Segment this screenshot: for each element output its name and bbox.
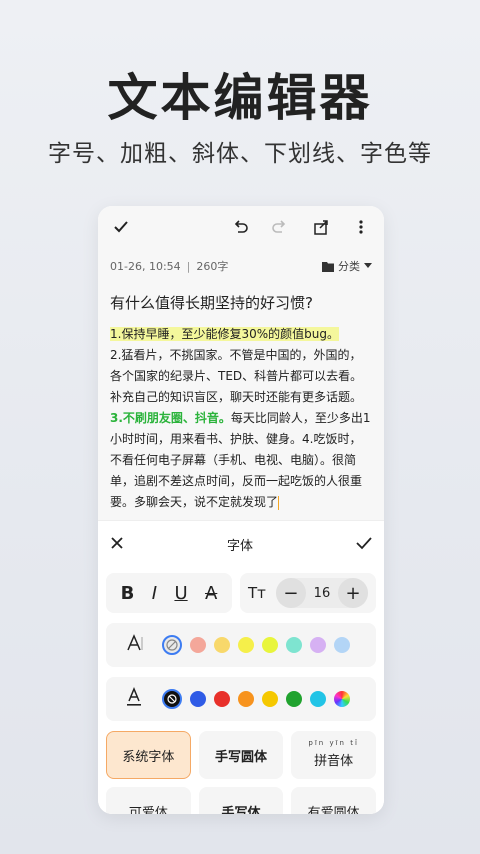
- highlight-swatch[interactable]: [238, 637, 254, 653]
- category-dropdown[interactable]: 分类: [322, 258, 372, 274]
- text-color-swatch[interactable]: [214, 691, 230, 707]
- font-option-label: 有爱圆体: [307, 805, 360, 815]
- no-highlight-swatch[interactable]: [162, 635, 182, 655]
- font-option-handwritten-round[interactable]: 手写圆体: [198, 731, 284, 779]
- confirm-check-icon[interactable]: [356, 535, 372, 554]
- note-body[interactable]: 1.保持早睡，至少能修复30%的颜值bug。 2.猛看片，不挑国家。不管是中国的…: [110, 324, 372, 513]
- font-option-label: 系统字体: [122, 749, 175, 765]
- font-option-lovely-round[interactable]: 有爱圆体: [291, 787, 376, 814]
- text-cursor: [278, 495, 280, 510]
- editor-toolbar: [98, 206, 384, 248]
- text-color-swatch[interactable]: [310, 691, 326, 707]
- redo-icon[interactable]: [268, 216, 290, 238]
- highlight-swatch[interactable]: [310, 637, 326, 653]
- color-picker-swatch[interactable]: [334, 691, 350, 707]
- format-buttons: B I U A: [106, 573, 232, 613]
- font-option-pinyin[interactable]: pīn yīn tǐ 拼音体: [291, 731, 376, 779]
- text-color-swatch[interactable]: [262, 691, 278, 707]
- text-color-swatch[interactable]: [238, 691, 254, 707]
- highlight-swatch[interactable]: [190, 637, 206, 653]
- font-option-cute[interactable]: 可爱体: [106, 787, 191, 814]
- font-size-icon: Tт: [248, 584, 266, 602]
- underline-button[interactable]: U: [174, 583, 187, 604]
- decrease-size-button[interactable]: −: [275, 578, 306, 608]
- text-color-row: [106, 677, 376, 721]
- font-option-handwriting[interactable]: 手写体: [198, 787, 284, 815]
- promo-subline: 字号、加粗、斜体、下划线、字色等: [48, 141, 432, 167]
- share-icon[interactable]: [310, 216, 332, 238]
- word-count: 260字: [196, 260, 229, 273]
- close-icon[interactable]: [110, 535, 124, 554]
- increase-size-button[interactable]: +: [337, 578, 368, 608]
- paragraph-3: 每天比同龄人，至少多出1小时时间，用来看书、护肤、健身。4.吃饭时，不看任何电子…: [110, 411, 371, 509]
- highlight-swatch[interactable]: [286, 637, 302, 653]
- more-icon[interactable]: [350, 216, 372, 238]
- folder-icon: [322, 261, 334, 272]
- promo-headline: 文本编辑器: [107, 69, 373, 127]
- default-text-color-swatch[interactable]: [162, 689, 182, 709]
- italic-button[interactable]: I: [152, 583, 157, 604]
- chevron-down-icon: [364, 263, 372, 268]
- font-option-label: 手写圆体: [214, 749, 267, 765]
- note-title[interactable]: 有什么值得长期坚持的好习惯?: [110, 284, 372, 324]
- meta-separator: |: [186, 259, 191, 273]
- pinyin-hint: pīn yīn tǐ: [308, 739, 359, 747]
- font-panel: 字体 B I U A Tт − 16 + 系统字体 手写圆体 pīn yīn t…: [98, 520, 384, 814]
- strikethrough-button[interactable]: A: [205, 583, 217, 604]
- paragraph-2: 2.猛看片，不挑国家。不管是中国的，外国的，各个国家的纪录片、TED、科普片都可…: [110, 348, 363, 404]
- highlight-swatch[interactable]: [262, 637, 278, 653]
- text-color-icon: [114, 686, 154, 712]
- highlighted-text: 1.保持早睡，至少能修复30%的颜值bug。: [110, 327, 339, 341]
- font-panel-title: 字体: [226, 538, 253, 554]
- highlight-color-row: [106, 623, 376, 667]
- font-size-stepper: − 16 +: [275, 578, 368, 608]
- undo-icon[interactable]: [230, 216, 252, 238]
- bold-button[interactable]: B: [121, 583, 135, 604]
- highlight-swatch[interactable]: [214, 637, 230, 653]
- text-color-swatch[interactable]: [190, 691, 206, 707]
- highlight-swatch[interactable]: [334, 637, 350, 653]
- note-meta: 01-26, 10:54 | 260字 分类: [98, 248, 384, 284]
- note-date: 01-26, 10:54: [110, 259, 181, 273]
- font-panel-header: 字体: [98, 521, 384, 567]
- font-option-label: 手写体: [221, 805, 261, 815]
- note-editor[interactable]: 有什么值得长期坚持的好习惯? 1.保持早睡，至少能修复30%的颜值bug。 2.…: [98, 284, 384, 520]
- highlight-color-icon: [114, 633, 154, 658]
- green-bold-text: 3.不刷朋友圈、抖音。: [110, 411, 231, 425]
- font-family-grid: 系统字体 手写圆体 pīn yīn tǐ 拼音体 可爱体 手写体 有爱圆体: [98, 731, 384, 814]
- font-option-label: 可爱体: [128, 805, 168, 815]
- font-option-system[interactable]: 系统字体: [106, 731, 191, 779]
- font-size-value: 16: [313, 585, 331, 601]
- font-size-control: Tт − 16 +: [240, 573, 376, 613]
- phone-screen: 01-26, 10:54 | 260字 分类 有什么值得长期坚持的好习惯? 1.…: [98, 206, 384, 814]
- category-label: 分类: [338, 260, 360, 273]
- text-color-swatch[interactable]: [286, 691, 302, 707]
- check-icon[interactable]: [110, 216, 132, 238]
- font-option-label: 拼音体: [314, 753, 354, 769]
